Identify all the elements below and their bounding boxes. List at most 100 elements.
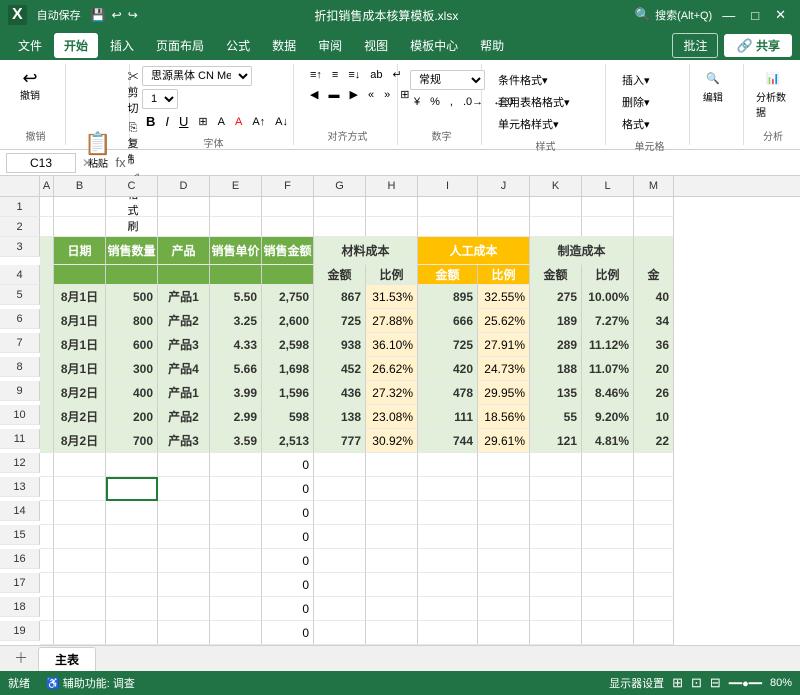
cell-c1[interactable] xyxy=(106,197,158,217)
cell-a6[interactable] xyxy=(40,309,54,333)
cell-f12[interactable]: 0 xyxy=(262,453,314,477)
number-format-selector[interactable]: 常规 xyxy=(410,70,485,90)
cell-date-7[interactable]: 8月1日 xyxy=(54,333,106,357)
row-header-9[interactable]: 9 xyxy=(0,381,40,401)
cell-f2[interactable] xyxy=(262,217,314,237)
cell-l15[interactable] xyxy=(582,525,634,549)
cell-l19[interactable] xyxy=(582,621,634,645)
display-settings-label[interactable]: 显示器设置 xyxy=(609,675,664,691)
row-header-18[interactable]: 18 xyxy=(0,597,40,617)
cell-lab-ratio-10[interactable]: 18.56% xyxy=(478,405,530,429)
menu-formula[interactable]: 公式 xyxy=(216,33,260,58)
cell-l13[interactable] xyxy=(582,477,634,501)
cell-b18[interactable] xyxy=(54,597,106,621)
cell-g13[interactable] xyxy=(314,477,366,501)
delete-cell-button[interactable]: 删除▾ xyxy=(618,92,654,112)
cell-e15[interactable] xyxy=(210,525,262,549)
row-header-12[interactable]: 12 xyxy=(0,453,40,473)
insert-cell-button[interactable]: 插入▾ xyxy=(618,70,654,90)
cell-a19[interactable] xyxy=(40,621,54,645)
cell-price-8[interactable]: 5.66 xyxy=(210,357,262,381)
cell-mfg-cost-header[interactable]: 制造成本 xyxy=(530,237,634,265)
cell-h13[interactable] xyxy=(366,477,418,501)
cell-sales-5[interactable]: 2,750 xyxy=(262,285,314,309)
cell-h12[interactable] xyxy=(366,453,418,477)
row-header-14[interactable]: 14 xyxy=(0,501,40,521)
cell-c4[interactable] xyxy=(106,265,158,285)
cell-j14[interactable] xyxy=(478,501,530,525)
cell-product-5[interactable]: 产品1 xyxy=(158,285,210,309)
cell-mat-amt-header[interactable]: 金额 xyxy=(314,265,366,285)
cell-a15[interactable] xyxy=(40,525,54,549)
cell-mfg-amt-8[interactable]: 188 xyxy=(530,357,582,381)
cell-b13[interactable] xyxy=(54,477,106,501)
cell-lab-ratio-7[interactable]: 27.91% xyxy=(478,333,530,357)
cell-a14[interactable] xyxy=(40,501,54,525)
cell-c13[interactable] xyxy=(106,477,158,501)
cell-m13[interactable] xyxy=(634,477,674,501)
cell-c19[interactable] xyxy=(106,621,158,645)
cell-h14[interactable] xyxy=(366,501,418,525)
cell-e4[interactable] xyxy=(210,265,262,285)
cell-d18[interactable] xyxy=(158,597,210,621)
cell-j2[interactable] xyxy=(478,217,530,237)
cell-qty-11[interactable]: 700 xyxy=(106,429,158,453)
cell-mfg-amt-6[interactable]: 189 xyxy=(530,309,582,333)
cell-product-8[interactable]: 产品4 xyxy=(158,357,210,381)
fill-color-button[interactable]: A xyxy=(214,114,229,130)
cell-k16[interactable] xyxy=(530,549,582,573)
cell-d15[interactable] xyxy=(158,525,210,549)
underline-button[interactable]: U xyxy=(175,112,192,131)
percent-button[interactable]: % xyxy=(426,94,444,110)
cell-i19[interactable] xyxy=(418,621,478,645)
cell-mat-amt-11[interactable]: 777 xyxy=(314,429,366,453)
cell-style-button[interactable]: 单元格样式▾ xyxy=(494,114,563,134)
menu-view[interactable]: 视图 xyxy=(354,33,398,58)
cell-mfg-amt-10[interactable]: 55 xyxy=(530,405,582,429)
cell-mfg-amt-9[interactable]: 135 xyxy=(530,381,582,405)
cell-m2[interactable] xyxy=(634,217,674,237)
cell-f4[interactable] xyxy=(262,265,314,285)
cell-sales-8[interactable]: 1,698 xyxy=(262,357,314,381)
redo-icon[interactable]: ↪ xyxy=(128,8,138,22)
cell-lab-amt-6[interactable]: 666 xyxy=(418,309,478,333)
cell-j19[interactable] xyxy=(478,621,530,645)
cell-lab-ratio-5[interactable]: 32.55% xyxy=(478,285,530,309)
cell-a4[interactable] xyxy=(40,265,54,285)
cell-d16[interactable] xyxy=(158,549,210,573)
cell-m16[interactable] xyxy=(634,549,674,573)
cell-mat-ratio-6[interactable]: 27.88% xyxy=(366,309,418,333)
cell-l17[interactable] xyxy=(582,573,634,597)
cell-h2[interactable] xyxy=(366,217,418,237)
cell-price-11[interactable]: 3.59 xyxy=(210,429,262,453)
cell-date-5[interactable]: 8月1日 xyxy=(54,285,106,309)
cell-c2[interactable] xyxy=(106,217,158,237)
cell-price-6[interactable]: 3.25 xyxy=(210,309,262,333)
cell-extra-header[interactable] xyxy=(634,237,674,265)
cell-lab-amt-11[interactable]: 744 xyxy=(418,429,478,453)
cell-e17[interactable] xyxy=(210,573,262,597)
cell-h17[interactable] xyxy=(366,573,418,597)
cell-j18[interactable] xyxy=(478,597,530,621)
cell-qty-5[interactable]: 500 xyxy=(106,285,158,309)
menu-home[interactable]: 开始 xyxy=(54,33,98,58)
view-normal-button[interactable]: ⊞ xyxy=(672,675,683,691)
row-header-11[interactable]: 11 xyxy=(0,429,40,449)
cell-qty-7[interactable]: 600 xyxy=(106,333,158,357)
col-header-m[interactable]: M xyxy=(634,176,674,196)
cell-product-6[interactable]: 产品2 xyxy=(158,309,210,333)
cell-k15[interactable] xyxy=(530,525,582,549)
cell-k2[interactable] xyxy=(530,217,582,237)
menu-insert[interactable]: 插入 xyxy=(100,33,144,58)
menu-page-layout[interactable]: 页面布局 xyxy=(146,33,214,58)
row-header-5[interactable]: 5 xyxy=(0,285,40,305)
cell-material-cost-header[interactable]: 材料成本 xyxy=(314,237,418,265)
cell-e13[interactable] xyxy=(210,477,262,501)
cell-mat-ratio-11[interactable]: 30.92% xyxy=(366,429,418,453)
cell-m4[interactable]: 金 xyxy=(634,265,674,285)
cell-m19[interactable] xyxy=(634,621,674,645)
add-sheet-button[interactable]: ＋ xyxy=(6,645,36,671)
align-middle-button[interactable]: ≡ xyxy=(328,67,342,83)
cell-e19[interactable] xyxy=(210,621,262,645)
col-header-d[interactable]: D xyxy=(158,176,210,196)
